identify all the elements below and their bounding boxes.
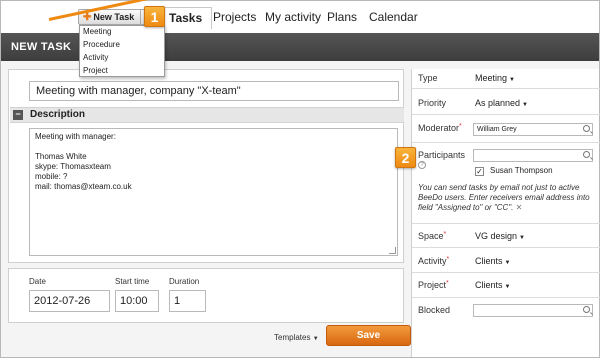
participant-checkbox[interactable]: ✓	[475, 167, 484, 176]
tab-projects[interactable]: Projects	[213, 10, 256, 24]
activity-select[interactable]: Clients ▼	[475, 256, 510, 266]
space-label: Space*	[418, 231, 446, 241]
templates-label: Templates	[274, 333, 311, 342]
participant-name: Susan Thompson	[490, 166, 553, 175]
description-section-header[interactable]: − Description	[10, 107, 404, 123]
chevron-down-icon: ▼	[312, 336, 319, 342]
task-properties-panel: Type Meeting ▼ Priority As planned ▼ Moder…	[411, 69, 600, 357]
project-select[interactable]: Clients ▼	[475, 280, 510, 290]
start-time-label: Start time	[115, 277, 150, 286]
close-icon[interactable]: ✕	[516, 203, 523, 212]
divider	[412, 297, 600, 298]
resize-handle[interactable]	[389, 247, 396, 254]
participants-label: Participants	[418, 150, 466, 160]
collapse-icon[interactable]: −	[13, 110, 23, 120]
description-textarea[interactable]: Meeting with manager: Thomas White skype…	[29, 128, 398, 256]
required-mark: *	[443, 231, 447, 238]
blocked-input[interactable]	[473, 304, 593, 317]
description-label: Description	[30, 109, 86, 120]
duration-label: Duration	[169, 277, 200, 286]
tab-tasks[interactable]: Tasks	[159, 7, 213, 29]
tab-plans[interactable]: Plans	[327, 10, 357, 24]
duration-input[interactable]: 1	[169, 290, 206, 312]
schedule-panel: Date 2012-07-26 Start time 10:00 Duratio…	[8, 268, 404, 323]
subject-input[interactable]: Meeting with manager, company "X-team"	[29, 81, 399, 101]
divider	[412, 247, 600, 248]
description-text: Meeting with manager: Thomas White skype…	[35, 132, 132, 191]
templates-dropdown[interactable]: Templates ▼	[274, 333, 319, 342]
type-select[interactable]: Meeting ▼	[475, 73, 515, 83]
callout-badge-1: 1	[144, 6, 165, 27]
divider	[412, 142, 600, 143]
moderator-label: Moderator*	[418, 123, 462, 133]
space-select[interactable]: VG design ▼	[475, 231, 525, 241]
task-form-panel: Meeting with manager, company "X-team" −…	[8, 69, 404, 263]
help-icon[interactable]: ?	[418, 161, 426, 169]
moderator-input[interactable]: William Grey	[473, 123, 593, 136]
required-mark: *	[446, 256, 450, 263]
main-content: Meeting with manager, company "X-team" −…	[1, 61, 600, 357]
space-label-text: Space	[418, 231, 444, 241]
hint-text: You can send tasks by email not just to …	[418, 183, 590, 212]
dropdown-item-activity[interactable]: Activity	[80, 52, 164, 65]
divider	[412, 223, 600, 224]
moderator-value: William Grey	[477, 126, 517, 133]
participants-input[interactable]	[473, 149, 593, 162]
activity-label: Activity*	[418, 256, 449, 266]
chevron-down-icon: ▼	[504, 284, 511, 290]
callout-badge-2: 2	[395, 147, 416, 168]
start-time-input[interactable]: 10:00	[115, 290, 159, 312]
type-label: Type	[418, 73, 438, 83]
email-hint: You can send tasks by email not just to …	[418, 183, 596, 213]
project-label: Project*	[418, 280, 449, 290]
divider	[412, 114, 600, 115]
space-value: VG design	[475, 231, 518, 241]
required-mark: *	[459, 123, 462, 130]
dropdown-item-project[interactable]: Project	[80, 65, 164, 78]
priority-label: Priority	[418, 98, 447, 108]
chevron-down-icon: ▼	[509, 77, 515, 83]
date-input[interactable]: 2012-07-26	[29, 290, 110, 312]
priority-select[interactable]: As planned ▼	[475, 98, 528, 108]
chevron-down-icon: ▼	[522, 102, 528, 108]
tab-my-activity[interactable]: My activity	[265, 10, 321, 24]
type-value: Meeting	[475, 73, 508, 83]
search-icon[interactable]	[583, 306, 590, 313]
chevron-down-icon: ▼	[519, 235, 525, 241]
priority-value: As planned	[475, 98, 521, 108]
save-button[interactable]: Save	[326, 325, 411, 346]
search-icon[interactable]	[583, 151, 590, 158]
chevron-down-icon: ▼	[504, 260, 511, 266]
required-mark: *	[446, 280, 449, 287]
new-task-label: New Task	[93, 12, 135, 22]
activity-value: Clients	[475, 256, 503, 266]
activity-label-text: Activity	[418, 256, 447, 266]
blocked-label: Blocked	[418, 305, 451, 315]
tab-calendar[interactable]: Calendar	[369, 10, 418, 24]
date-label: Date	[29, 277, 46, 286]
dropdown-item-procedure[interactable]: Procedure	[80, 39, 164, 52]
project-value: Clients	[475, 280, 503, 290]
moderator-label-text: Moderator	[418, 123, 460, 133]
search-icon[interactable]	[583, 125, 590, 132]
new-task-dropdown: Meeting Procedure Activity Project	[79, 25, 165, 77]
page-title: NEW TASK	[11, 41, 72, 53]
divider	[412, 88, 600, 89]
app-window: ✚ New Task ▼ Tasks Projects My activity …	[0, 0, 600, 358]
project-label-text: Project	[418, 280, 447, 290]
divider	[412, 272, 600, 273]
dropdown-item-meeting[interactable]: Meeting	[80, 26, 164, 39]
